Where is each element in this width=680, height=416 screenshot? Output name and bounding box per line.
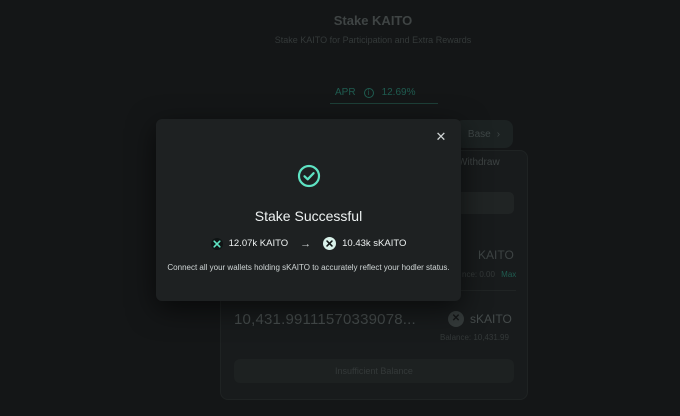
network-button[interactable]: Base › <box>455 120 513 148</box>
amount-out: 10,431.99111570339078... <box>234 311 416 328</box>
skaito-logo-icon <box>323 237 337 250</box>
skaito-logo-icon: ✕ <box>448 311 464 327</box>
chevron-right-icon: › <box>496 128 501 140</box>
page-subtitle: Stake KAITO for Participation and Extra … <box>274 35 472 45</box>
input-box[interactable] <box>456 192 514 214</box>
insufficient-balance-button[interactable]: Insufficient Balance <box>234 359 514 383</box>
apr-label: APR <box>335 87 356 98</box>
page-title: Stake KAITO <box>333 13 413 28</box>
balance-in: nce: 0.00 Max <box>462 270 516 279</box>
kaito-logo-icon <box>210 237 223 250</box>
modal-note: Connect all your wallets holding sKAITO … <box>167 263 450 272</box>
to-token: 10.43k sKAITO <box>323 237 406 250</box>
modal-title: Stake Successful <box>254 208 363 224</box>
apr-row: APR i 12.69% <box>335 87 415 98</box>
arrow-right-icon: → <box>300 237 312 250</box>
close-icon[interactable]: ✕ <box>435 130 447 143</box>
info-icon: i <box>363 87 374 98</box>
max-button[interactable]: Max <box>501 270 516 279</box>
balance-in-text: nce: 0.00 <box>462 270 495 279</box>
token-out-label: sKAITO <box>470 312 512 326</box>
apr-value: 12.69% <box>381 87 416 98</box>
apr-underline <box>330 103 438 104</box>
balance-out: Balance: 10,431.99 <box>440 333 509 342</box>
tab-withdraw[interactable]: Withdraw <box>458 157 500 168</box>
from-amount: 12.07k KAITO <box>228 238 289 249</box>
token-in-label: KAITO <box>478 248 514 262</box>
stake-success-modal: ✕ Stake Successful 12.07k KAITO → 10.43k… <box>156 119 461 301</box>
to-amount: 10.43k sKAITO <box>342 238 407 249</box>
check-circle-icon <box>297 164 321 188</box>
swap-summary: 12.07k KAITO → 10.43k sKAITO <box>156 237 461 250</box>
network-label: Base <box>467 128 491 140</box>
token-out: ✕ sKAITO <box>448 311 512 327</box>
from-token: 12.07k KAITO <box>210 237 289 250</box>
